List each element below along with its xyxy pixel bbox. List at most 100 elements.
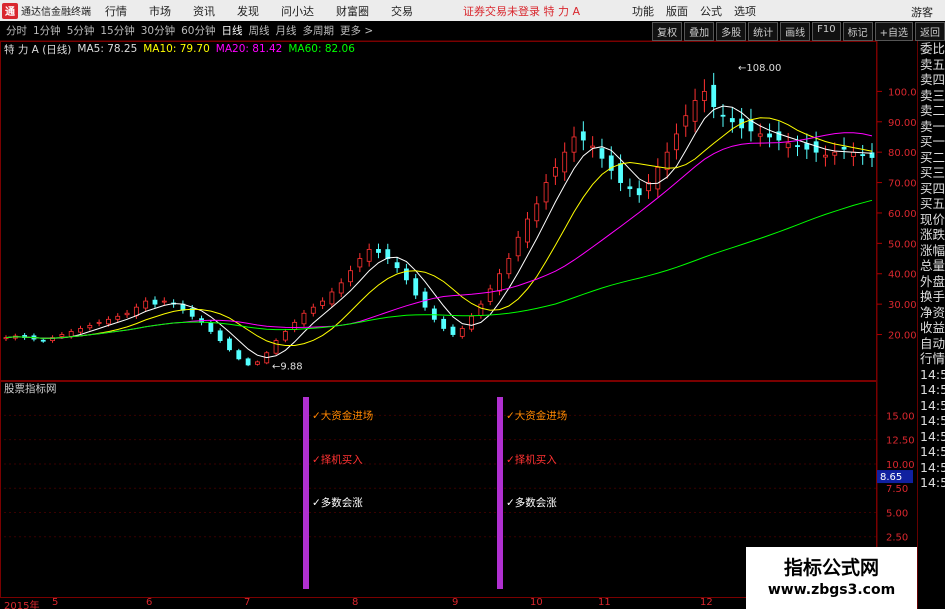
candle-body: [850, 151, 856, 157]
candle-body: [832, 151, 838, 156]
period-more[interactable]: 更多 >: [340, 23, 373, 38]
period-weekly[interactable]: 周线: [249, 23, 270, 38]
period-30min[interactable]: 30分钟: [141, 23, 175, 38]
quote-field-18: 收益: [920, 320, 945, 335]
kline-chart[interactable]: 100.0 90.00 80.00 70.00 60.00 50.00 40.00 30.00…: [0, 41, 917, 609]
watermark: 指标公式网 www.zbgs3.com: [746, 547, 917, 609]
candle-body: [785, 142, 791, 149]
candle-body: [376, 249, 381, 253]
quote-field-21: 14:50: [920, 366, 945, 382]
date-label-1: 5: [52, 597, 59, 608]
menu-function[interactable]: 功能: [632, 3, 654, 19]
overlay-button[interactable]: 叠加: [684, 22, 715, 41]
candle-body: [68, 331, 74, 337]
menu-formula[interactable]: 公式: [700, 3, 722, 19]
draw-line-button[interactable]: 画线: [780, 22, 811, 41]
quote-field-23: 14:50: [920, 397, 945, 413]
quote-field-20: 行情: [920, 351, 945, 366]
price-label-3: 70.00: [888, 179, 917, 190]
candle-body: [106, 318, 111, 325]
quote-field-22: 14:50: [920, 382, 945, 397]
mark-button[interactable]: 标记: [842, 22, 873, 41]
adjust-button[interactable]: 复权: [652, 22, 683, 41]
app-title: 通达信金融终端: [21, 7, 91, 18]
login-notice[interactable]: 证券交易未登录 特 力 A: [463, 3, 580, 19]
price-label-0: 100.0: [888, 87, 917, 98]
period-1min[interactable]: 1分钟: [33, 23, 61, 38]
menu-layout[interactable]: 版面: [666, 3, 688, 19]
indicator-name: 股票指标网: [4, 383, 57, 395]
period-monthly[interactable]: 月线: [276, 23, 297, 38]
menu-market[interactable]: 市场: [149, 3, 171, 19]
period-daily[interactable]: 日线: [222, 23, 243, 38]
candle-body: [459, 328, 465, 337]
quote-field-26: 14:50: [920, 444, 945, 459]
candle-body: [208, 322, 214, 332]
candle-body: [273, 340, 279, 354]
ind-label-4: 5.00: [886, 508, 908, 519]
candle-body: [245, 358, 251, 366]
quote-field-5: 卖一: [920, 118, 945, 134]
menu-discover[interactable]: 发现: [237, 3, 259, 19]
quote-field-0: 委比: [920, 41, 945, 56]
menu-quotes[interactable]: 行情: [105, 3, 127, 19]
signal-label-1-0: ✓大资金进场: [506, 409, 567, 422]
ind-label-3: 7.50: [886, 484, 908, 495]
candle-body: [580, 131, 586, 141]
add-watchlist-button[interactable]: +自选: [874, 22, 913, 41]
candle-body: [636, 188, 642, 196]
date-label-6: 10: [530, 597, 543, 608]
menu-wealth[interactable]: 财富圈: [336, 3, 369, 19]
period-5min[interactable]: 5分钟: [67, 23, 95, 38]
app-logo-icon: 通: [2, 2, 18, 19]
candle-body: [841, 146, 847, 150]
candle-body: [562, 151, 568, 173]
quote-field-1: 卖五: [920, 56, 945, 72]
signal-label-0-2: ✓多数会涨: [312, 496, 363, 509]
candle-body: [431, 308, 437, 320]
menu-ask[interactable]: 问小达: [281, 3, 314, 19]
ma10-value: MA10: 79.70: [143, 43, 210, 55]
candle-body: [711, 84, 717, 107]
menu-news[interactable]: 资讯: [193, 3, 215, 19]
candle-body: [683, 115, 689, 127]
current-value: 8.65: [880, 472, 902, 483]
candle-body: [506, 258, 512, 275]
candle-body: [357, 258, 363, 268]
candle-body: [450, 326, 456, 335]
candle-body: [469, 315, 474, 330]
price-label-2: 80.00: [888, 148, 917, 159]
period-15min[interactable]: 15分钟: [100, 23, 134, 38]
candle-body: [96, 321, 102, 324]
back-button[interactable]: 返回: [915, 22, 945, 41]
period-multi[interactable]: 多周期: [303, 23, 335, 38]
candle-body: [227, 338, 232, 351]
menu-trade[interactable]: 交易: [391, 3, 413, 19]
guest-login[interactable]: 游客: [911, 4, 933, 20]
candle-body: [87, 325, 93, 329]
date-axis: 2015年 5 6 7 8 9 10 11 12: [0, 597, 746, 609]
candle-body: [543, 182, 549, 203]
quote-field-14: 总量: [920, 258, 945, 273]
period-60min[interactable]: 60分钟: [181, 23, 215, 38]
signal-label-1-1: ✓择机买入: [506, 453, 557, 466]
quote-field-24: 14:50: [920, 413, 945, 428]
candle-body: [478, 303, 484, 316]
quote-field-27: 14:50: [920, 459, 945, 475]
candle-body: [674, 133, 679, 151]
stats-button[interactable]: 统计: [748, 22, 779, 41]
candle-body: [59, 334, 65, 337]
quote-field-17: 净资: [920, 304, 945, 320]
f10-button[interactable]: F10: [812, 22, 841, 41]
signal-label-1-2: ✓多数会涨: [506, 496, 557, 509]
candle-body: [320, 300, 326, 306]
candle-body: [329, 291, 335, 305]
period-tick[interactable]: 分时: [6, 23, 27, 38]
multi-stock-button[interactable]: 多股: [716, 22, 747, 41]
stock-name: 特 力 A (日线): [4, 43, 72, 56]
candle-body: [115, 315, 121, 320]
period-toolbar: 分时 1分钟 5分钟 15分钟 30分钟 60分钟 日线 周线 月线 多周期 更…: [0, 21, 945, 41]
menu-options[interactable]: 选项: [734, 3, 756, 19]
candle-body: [823, 154, 828, 158]
candle-body: [404, 268, 409, 281]
